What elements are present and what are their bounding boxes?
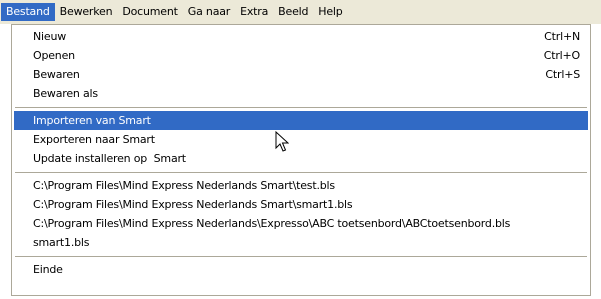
menu-item-label: C:\Program Files\Mind Express Nederlands… (33, 179, 335, 192)
menu-item-einde[interactable]: Einde (14, 260, 588, 279)
menu-item-label: Nieuw (33, 30, 67, 43)
menu-separator (15, 172, 587, 173)
menu-item-label: smart1.bls (33, 236, 90, 249)
shortcut-label: Ctrl+O (543, 49, 580, 62)
menu-item-label: Openen (33, 49, 75, 62)
shortcut-label: Ctrl+N (544, 30, 580, 43)
menu-item-nieuw[interactable]: Nieuw Ctrl+N (14, 27, 588, 46)
menu-bewerken[interactable]: Bewerken (55, 3, 118, 21)
menu-item-label: Update installeren op Smart (33, 152, 186, 165)
dropdown-items: Nieuw Ctrl+N Openen Ctrl+O Bewaren Ctrl+… (14, 27, 588, 279)
menu-item-update-installeren[interactable]: Update installeren op Smart (14, 149, 588, 168)
arrow-pointer-icon (275, 131, 289, 152)
recent-file-item[interactable]: C:\Program Files\Mind Express Nederlands… (14, 176, 588, 195)
recent-file-item[interactable]: smart1.bls (14, 233, 588, 252)
bestand-dropdown-menu: Nieuw Ctrl+N Openen Ctrl+O Bewaren Ctrl+… (11, 24, 591, 296)
menu-document[interactable]: Document (117, 3, 182, 21)
menu-separator (15, 256, 587, 257)
menu-item-label: Einde (33, 263, 63, 276)
menu-beeld[interactable]: Beeld (273, 3, 313, 21)
menu-item-label: C:\Program Files\Mind Express Nederlands… (33, 198, 353, 211)
menu-item-bewaren-als[interactable]: Bewaren als (14, 84, 588, 103)
menu-help[interactable]: Help (313, 3, 347, 21)
recent-file-item[interactable]: C:\Program Files\Mind Express Nederlands… (14, 214, 588, 233)
shortcut-label: Ctrl+S (545, 68, 580, 81)
menu-item-openen[interactable]: Openen Ctrl+O (14, 46, 588, 65)
menu-separator (15, 107, 587, 108)
menu-bar: Bestand Bewerken Document Ga naar Extra … (0, 0, 601, 24)
menu-extra[interactable]: Extra (235, 3, 273, 21)
menu-item-label: Exporteren naar Smart (33, 133, 155, 146)
menu-item-bewaren[interactable]: Bewaren Ctrl+S (14, 65, 588, 84)
menu-bestand[interactable]: Bestand (1, 3, 55, 21)
menu-item-importeren-van-smart[interactable]: Importeren van Smart (14, 111, 588, 130)
menu-item-label: Importeren van Smart (33, 114, 151, 127)
menu-item-exporteren-naar-smart[interactable]: Exporteren naar Smart (14, 130, 588, 149)
menu-item-label: Bewaren (33, 68, 80, 81)
menu-ga-naar[interactable]: Ga naar (183, 3, 235, 21)
menu-item-label: Bewaren als (33, 87, 98, 100)
menu-item-label: C:\Program Files\Mind Express Nederlands… (33, 217, 511, 230)
recent-file-item[interactable]: C:\Program Files\Mind Express Nederlands… (14, 195, 588, 214)
